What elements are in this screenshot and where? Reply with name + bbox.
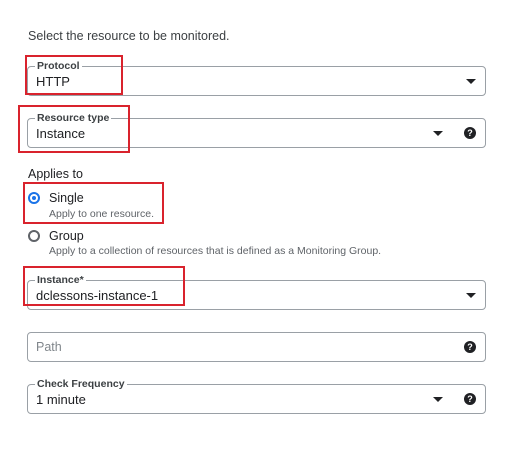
protocol-label: Protocol bbox=[35, 59, 82, 73]
check-frequency-select[interactable]: Check Frequency 1 minute ? bbox=[27, 377, 486, 414]
path-placeholder: Path bbox=[36, 340, 62, 354]
help-icon[interactable]: ? bbox=[464, 393, 476, 405]
protocol-value: HTTP bbox=[36, 74, 70, 89]
check-frequency-value: 1 minute bbox=[36, 392, 86, 407]
radio-label-group: Group bbox=[49, 229, 84, 243]
caret-down-icon[interactable] bbox=[466, 79, 476, 84]
instance-label: Instance* bbox=[35, 273, 86, 287]
applies-to-heading: Applies to bbox=[28, 167, 83, 181]
path-input[interactable]: Path ? bbox=[27, 332, 486, 362]
radio-button-single[interactable] bbox=[28, 192, 40, 204]
radio-option-single[interactable]: Single Apply to one resource. bbox=[28, 191, 228, 226]
caret-down-icon[interactable] bbox=[433, 397, 443, 402]
protocol-select[interactable]: Protocol HTTP bbox=[27, 59, 486, 96]
radio-description-group: Apply to a collection of resources that … bbox=[49, 245, 382, 257]
caret-down-icon[interactable] bbox=[466, 293, 476, 298]
resource-type-label: Resource type bbox=[35, 111, 112, 125]
resource-type-value: Instance bbox=[36, 126, 86, 141]
radio-option-group[interactable]: Group Apply to a collection of resources… bbox=[28, 229, 488, 260]
instance-value: dclessons-instance-1 bbox=[36, 288, 159, 303]
help-icon[interactable]: ? bbox=[464, 341, 476, 353]
radio-description-single: Apply to one resource. bbox=[49, 208, 155, 220]
radio-label-single: Single bbox=[49, 191, 84, 205]
help-icon[interactable]: ? bbox=[464, 127, 476, 139]
instance-select[interactable]: Instance* dclessons-instance-1 bbox=[27, 273, 486, 310]
check-frequency-label: Check Frequency bbox=[35, 377, 127, 391]
caret-down-icon[interactable] bbox=[433, 131, 443, 136]
resource-type-select[interactable]: Resource type Instance ? bbox=[27, 111, 486, 148]
radio-button-group[interactable] bbox=[28, 230, 40, 242]
intro-text: Select the resource to be monitored. bbox=[28, 29, 230, 43]
